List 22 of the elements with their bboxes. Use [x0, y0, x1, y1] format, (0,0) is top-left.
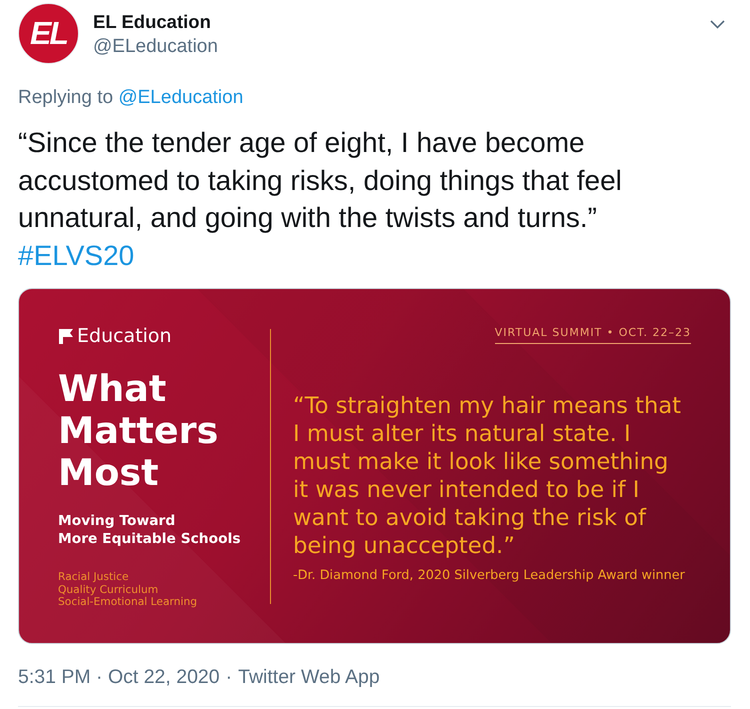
tweet-text: “Since the tender age of eight, I have become accustomed to taking risks, doing things that feel unnatural, and going with the twists and turns.” #ELVS20: [18, 124, 731, 274]
brand-name: Education: [77, 326, 172, 346]
reply-context: Replying to @ELeducation: [18, 87, 244, 109]
topic-item: Quality Curriculum: [58, 584, 158, 596]
quote-attribution: -Dr. Diamond Ford, 2020 Silverberg Leadership Award winner: [293, 568, 685, 584]
source-link[interactable]: Twitter Web App: [238, 666, 380, 688]
topic-item: Racial Justice: [58, 571, 129, 584]
topic-item: Social-Emotional Learning: [58, 596, 198, 608]
chevron-down-icon[interactable]: [710, 20, 725, 29]
author-name[interactable]: EL Education: [93, 10, 211, 34]
event-label: VIRTUAL SUMMIT • OCT. 22–23: [494, 326, 691, 344]
hashtag-link[interactable]: #ELVS20: [18, 236, 134, 274]
author-handle[interactable]: @ELeducation: [93, 35, 218, 59]
poster-subtitle: Moving Toward More Equitable Schools: [58, 512, 241, 548]
avatar[interactable]: EL: [18, 3, 79, 64]
mention-link[interactable]: @ELeducation: [118, 87, 244, 108]
separator-dot: ·: [226, 666, 232, 688]
poster-title: What Matters Most: [58, 368, 220, 494]
timestamp-link[interactable]: 5:31 PM · Oct 22, 2020: [18, 666, 220, 688]
logo-icon: [59, 328, 73, 344]
media-card[interactable]: [18, 288, 731, 644]
quote-text: “To straighten my hair means that I must alter its natural state. I must make it look like something it was never intended to be if I want to avoid taking the risk of being unaccepted.”: [293, 392, 682, 560]
